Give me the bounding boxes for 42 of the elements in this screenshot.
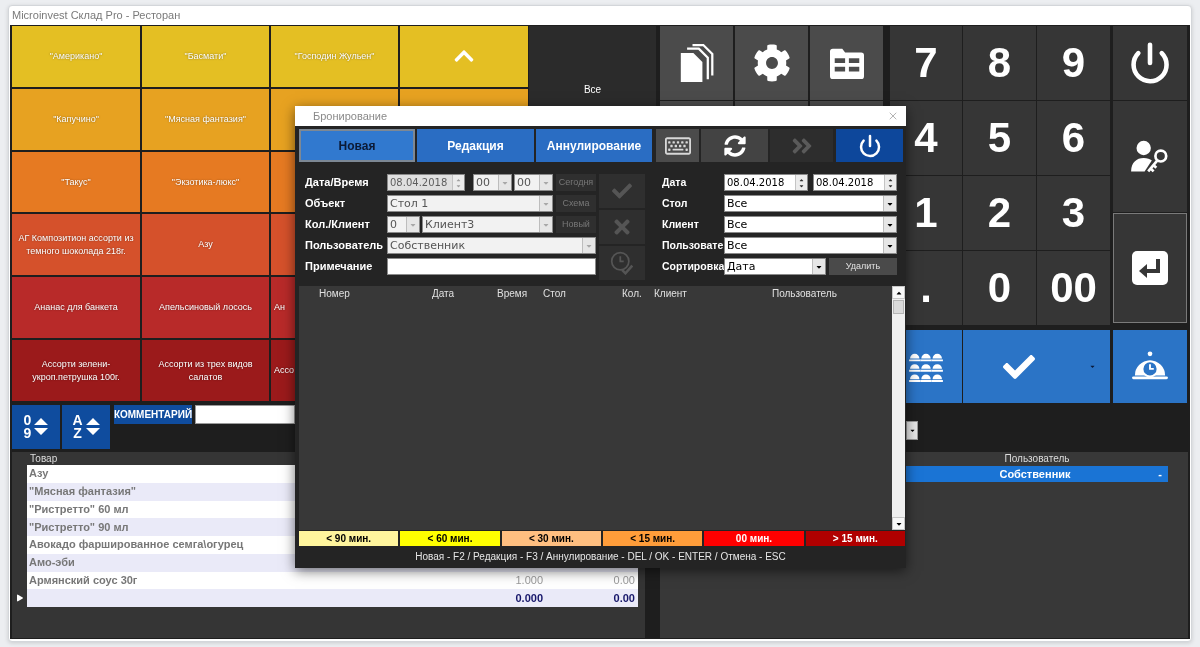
product-name-cell: Амо-эби — [29, 557, 75, 569]
column-header: Дата — [432, 289, 455, 299]
comment-label: КОММЕНТАРИЙ — [114, 405, 192, 424]
column-header: Клиент — [654, 289, 687, 299]
field-label: Дата — [662, 177, 687, 188]
price-cell: 0.00 — [613, 592, 635, 604]
shortcut-hint: Новая - F2 / Редакция - F3 / Аннулирование - DEL / OK - ENTER / Отмена - ESC — [415, 552, 786, 562]
field-label: Дата/Время — [305, 177, 369, 188]
time-legend-chip: 00 мин. — [704, 531, 804, 546]
time-legend-chip: < 60 мин. — [400, 531, 500, 546]
quantity-cell: 0.000 — [515, 592, 543, 604]
column-header: Товар — [30, 453, 58, 464]
product-name-cell: "Ристретто" 90 мл — [29, 521, 129, 533]
window-title: Microinvest Склад Pro - Ресторан — [12, 10, 181, 21]
product-name-cell: Армянский соус 30г — [29, 574, 138, 586]
user-name-cell: Собственник — [999, 468, 1071, 480]
dialog-title: Бронирование — [313, 110, 388, 122]
field-label: Пользователь — [305, 240, 383, 251]
field-label: Примечание — [305, 261, 373, 272]
field-label: Клиент — [662, 219, 699, 230]
field-label: Кол./Клиент — [305, 219, 370, 230]
quantity-cell: 1.000 — [515, 574, 543, 586]
time-legend-chip: < 15 мин. — [603, 531, 703, 546]
time-legend-chip: > 15 мин. — [805, 531, 905, 546]
product-name-cell: "Ристретто" 60 мл — [29, 503, 129, 515]
field-label: Пользовате — [662, 240, 724, 251]
field-label: Сортировка — [662, 261, 725, 272]
column-header: Пользователь — [772, 289, 837, 299]
time-legend-chip: < 90 мин. — [299, 531, 399, 546]
field-label: Стол — [662, 198, 688, 209]
product-name-cell: "Мясная фантазия" — [29, 486, 137, 498]
column-header: Кол. — [622, 289, 642, 299]
column-header: Время — [497, 289, 528, 299]
product-name-cell: Авокадо фаршированное семга\огурец — [29, 539, 244, 551]
table-cell: - — [1158, 468, 1162, 480]
column-header: Номер — [319, 289, 350, 299]
column-header: Стол — [543, 289, 566, 299]
field-label: Объект — [305, 198, 346, 209]
time-legend-chip: < 30 мин. — [501, 531, 601, 546]
column-header: Пользователь — [1004, 454, 1070, 464]
product-name-cell: Азу — [29, 468, 49, 480]
price-cell: 0.00 — [613, 574, 635, 586]
